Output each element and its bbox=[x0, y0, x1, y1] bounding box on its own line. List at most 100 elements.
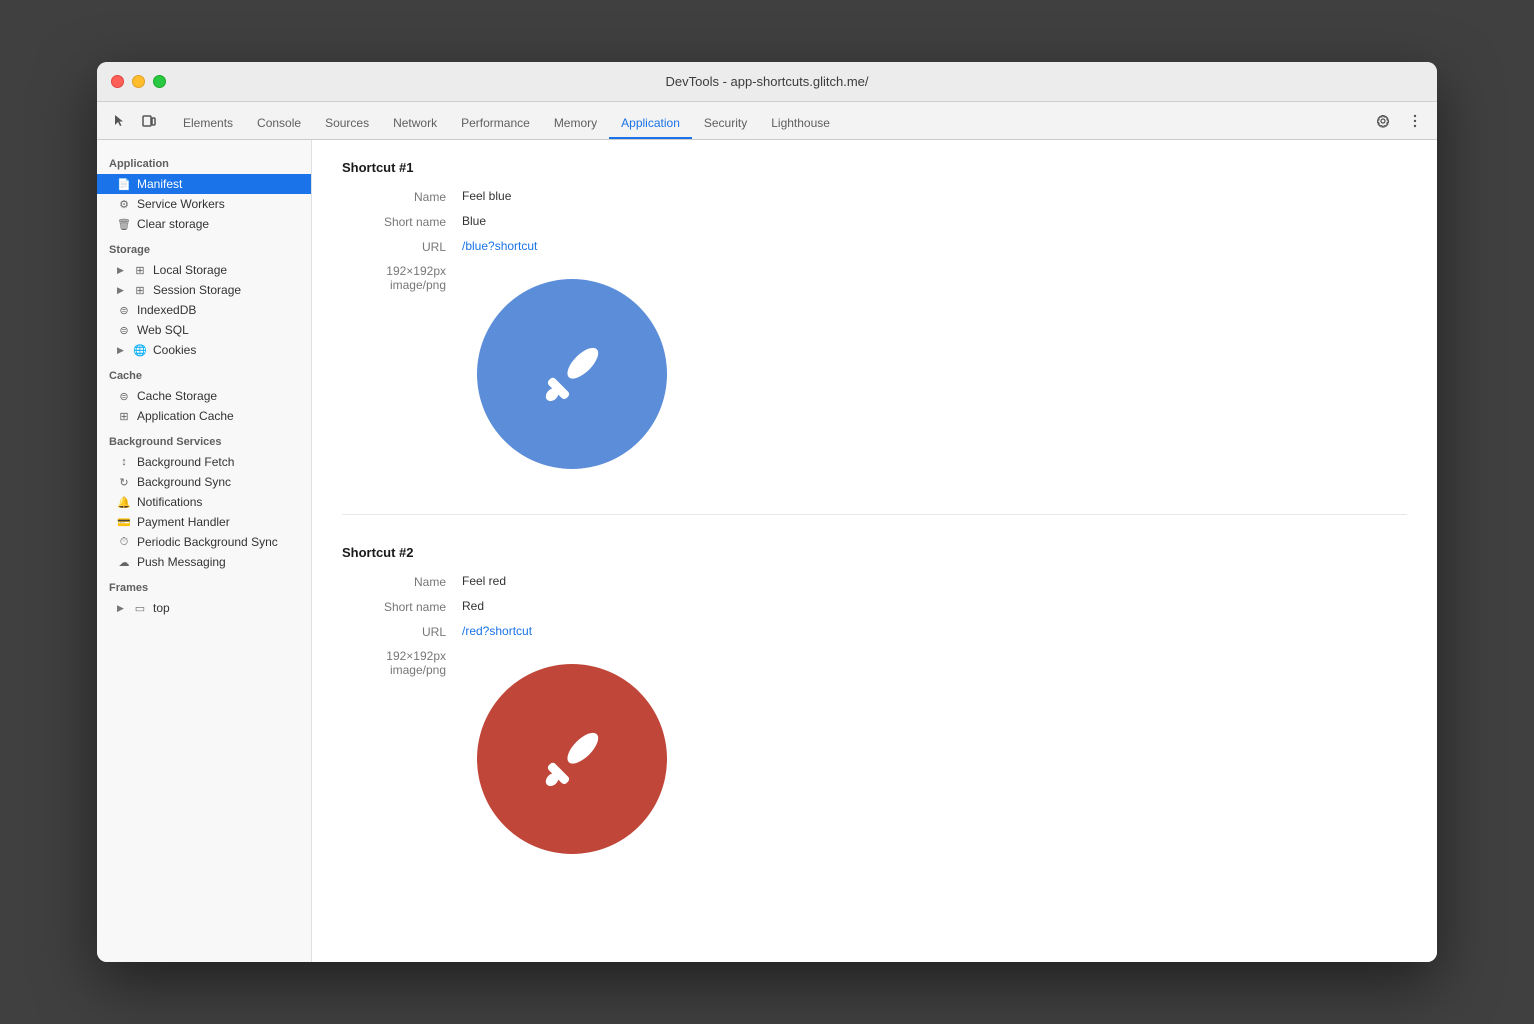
content-panel: Shortcut #1 Name Feel blue Short name Bl… bbox=[312, 140, 1437, 962]
short-name-value: Blue bbox=[462, 214, 486, 228]
sidebar-item-label: Push Messaging bbox=[137, 555, 226, 569]
section-application: Application bbox=[97, 148, 311, 174]
expand-arrow-icon: ▶ bbox=[117, 265, 127, 276]
close-button[interactable] bbox=[111, 75, 124, 88]
clock-icon: ⏱ bbox=[117, 536, 131, 549]
sidebar-item-cache-storage[interactable]: ⊜ Cache Storage bbox=[97, 386, 311, 406]
more-icon[interactable] bbox=[1401, 107, 1429, 135]
tab-icons bbox=[105, 107, 163, 135]
sidebar-item-label: Notifications bbox=[137, 495, 202, 509]
cursor-icon[interactable] bbox=[105, 107, 133, 135]
tabs-list: Elements Console Sources Network Perform… bbox=[171, 102, 1369, 139]
sidebar-item-label: top bbox=[153, 601, 170, 615]
image-size: 192×192px bbox=[342, 649, 446, 663]
sidebar-item-service-workers[interactable]: ⚙ Service Workers bbox=[97, 194, 311, 214]
shortcut-2-name-row: Name Feel red bbox=[342, 574, 1407, 589]
tab-network[interactable]: Network bbox=[381, 109, 449, 139]
cloud-icon: ☁ bbox=[117, 556, 131, 569]
shortcut-2-url-row: URL /red?shortcut bbox=[342, 624, 1407, 639]
url-link[interactable]: /red?shortcut bbox=[462, 624, 532, 638]
image-labels: 192×192px image/png bbox=[342, 649, 462, 677]
shortcut-1-image bbox=[462, 264, 682, 484]
trash-icon: 🗑 bbox=[117, 218, 131, 231]
sidebar-item-push-messaging[interactable]: ☁ Push Messaging bbox=[97, 552, 311, 572]
payment-icon: 💳 bbox=[117, 516, 131, 529]
section-cache: Cache bbox=[97, 360, 311, 386]
sidebar-item-clear-storage[interactable]: 🗑 Clear storage bbox=[97, 214, 311, 234]
name-label: Name bbox=[342, 574, 462, 589]
shortcut-1-image-row: 192×192px image/png bbox=[342, 264, 1407, 484]
expand-arrow-icon: ▶ bbox=[117, 603, 127, 614]
tab-lighthouse[interactable]: Lighthouse bbox=[759, 109, 842, 139]
maximize-button[interactable] bbox=[153, 75, 166, 88]
sidebar-item-manifest[interactable]: 📄 Manifest bbox=[97, 174, 311, 194]
titlebar: DevTools - app-shortcuts.glitch.me/ bbox=[97, 62, 1437, 102]
devtools-window: DevTools - app-shortcuts.glitch.me/ bbox=[97, 62, 1437, 962]
section-frames: Frames bbox=[97, 572, 311, 598]
sidebar-item-session-storage[interactable]: ▶ ⊞ Session Storage bbox=[97, 280, 311, 300]
sidebar-item-websql[interactable]: ⊜ Web SQL bbox=[97, 320, 311, 340]
db-icon: ⊜ bbox=[117, 304, 131, 317]
sidebar-item-indexeddb[interactable]: ⊜ IndexedDB bbox=[97, 300, 311, 320]
sidebar-item-top[interactable]: ▶ ▭ top bbox=[97, 598, 311, 618]
sidebar-item-label: IndexedDB bbox=[137, 303, 196, 317]
image-labels: 192×192px image/png bbox=[342, 264, 462, 292]
bell-icon: 🔔 bbox=[117, 496, 131, 509]
tab-console[interactable]: Console bbox=[245, 109, 313, 139]
db-icon: ⊞ bbox=[133, 284, 147, 297]
short-name-value: Red bbox=[462, 599, 484, 613]
image-size: 192×192px bbox=[342, 264, 446, 278]
shortcut-1-shortname-row: Short name Blue bbox=[342, 214, 1407, 229]
url-label: URL bbox=[342, 624, 462, 639]
main-area: Application 📄 Manifest ⚙ Service Workers… bbox=[97, 140, 1437, 962]
sidebar-item-label: Session Storage bbox=[153, 283, 241, 297]
sidebar-item-payment-handler[interactable]: 💳 Payment Handler bbox=[97, 512, 311, 532]
sidebar-item-label: Background Sync bbox=[137, 475, 231, 489]
sidebar-item-notifications[interactable]: 🔔 Notifications bbox=[97, 492, 311, 512]
sidebar-item-local-storage[interactable]: ▶ ⊞ Local Storage bbox=[97, 260, 311, 280]
url-label: URL bbox=[342, 239, 462, 254]
sidebar-item-label: Payment Handler bbox=[137, 515, 230, 529]
paintbrush-icon bbox=[527, 714, 617, 804]
sidebar-item-background-sync[interactable]: ↻ Background Sync bbox=[97, 472, 311, 492]
sidebar-item-periodic-bg-sync[interactable]: ⏱ Periodic Background Sync bbox=[97, 532, 311, 552]
sidebar-item-label: Web SQL bbox=[137, 323, 189, 337]
window-title: DevTools - app-shortcuts.glitch.me/ bbox=[665, 74, 868, 89]
sidebar-item-cookies[interactable]: ▶ 🌐 Cookies bbox=[97, 340, 311, 360]
sidebar-item-background-fetch[interactable]: ↕ Background Fetch bbox=[97, 452, 311, 472]
shortcut-2-image-row: 192×192px image/png bbox=[342, 649, 1407, 869]
settings-icon[interactable] bbox=[1369, 107, 1397, 135]
tab-sources[interactable]: Sources bbox=[313, 109, 381, 139]
red-circle bbox=[477, 664, 667, 854]
tab-security[interactable]: Security bbox=[692, 109, 759, 139]
short-name-label: Short name bbox=[342, 214, 462, 229]
tab-application[interactable]: Application bbox=[609, 109, 692, 139]
shortcut-1-title: Shortcut #1 bbox=[342, 160, 1407, 175]
url-link[interactable]: /blue?shortcut bbox=[462, 239, 537, 253]
tab-memory[interactable]: Memory bbox=[542, 109, 609, 139]
sidebar-item-label: Service Workers bbox=[137, 197, 225, 211]
cookie-icon: 🌐 bbox=[133, 344, 147, 357]
sidebar-item-label: Background Fetch bbox=[137, 455, 234, 469]
frame-icon: ▭ bbox=[133, 602, 147, 615]
sidebar-item-label: Local Storage bbox=[153, 263, 227, 277]
device-icon[interactable] bbox=[135, 107, 163, 135]
name-label: Name bbox=[342, 189, 462, 204]
sidebar-item-application-cache[interactable]: ⊞ Application Cache bbox=[97, 406, 311, 426]
manifest-icon: 📄 bbox=[117, 178, 131, 191]
tabs-bar: Elements Console Sources Network Perform… bbox=[97, 102, 1437, 140]
section-background-services: Background Services bbox=[97, 426, 311, 452]
shortcut-2-title: Shortcut #2 bbox=[342, 545, 1407, 560]
shortcut-2-image bbox=[462, 649, 682, 869]
fetch-icon: ↕ bbox=[117, 456, 131, 468]
tab-elements[interactable]: Elements bbox=[171, 109, 245, 139]
name-value: Feel blue bbox=[462, 189, 511, 203]
minimize-button[interactable] bbox=[132, 75, 145, 88]
shortcut-2: Shortcut #2 Name Feel red Short name Red… bbox=[342, 545, 1407, 899]
cache-icon: ⊜ bbox=[117, 390, 131, 403]
shortcut-1-url-row: URL /blue?shortcut bbox=[342, 239, 1407, 254]
tab-performance[interactable]: Performance bbox=[449, 109, 542, 139]
grid-icon: ⊞ bbox=[117, 410, 131, 423]
traffic-lights bbox=[111, 75, 166, 88]
sidebar-item-label: Manifest bbox=[137, 177, 182, 191]
